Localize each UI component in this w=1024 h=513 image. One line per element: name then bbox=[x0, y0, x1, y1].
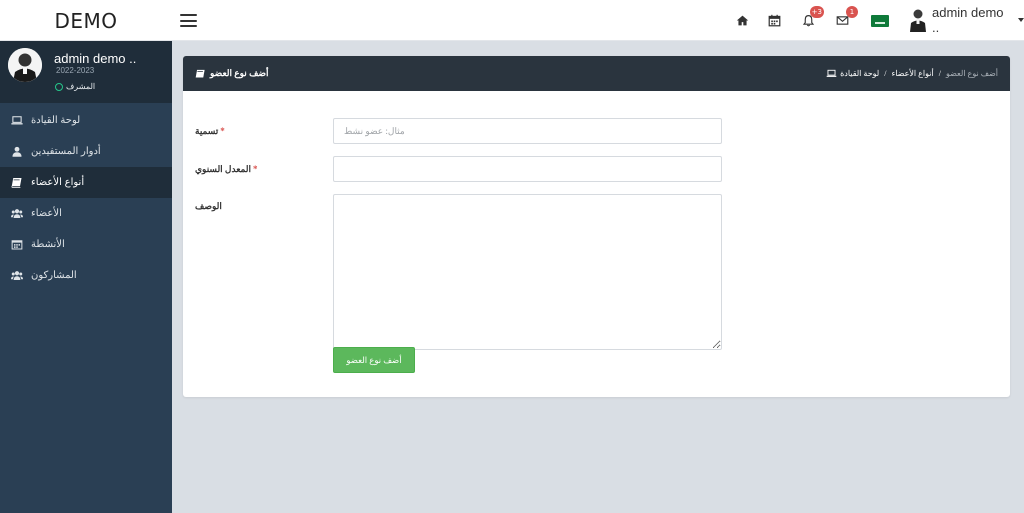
menu-toggle-icon[interactable] bbox=[180, 14, 197, 27]
add-member-type-button[interactable]: أضف نوع العضو bbox=[333, 347, 415, 373]
status-online-icon bbox=[55, 82, 63, 91]
main-content: أضف نوع العضو لوحة القيادة / أنواع الأعض… bbox=[172, 41, 1024, 513]
name-input[interactable] bbox=[333, 118, 722, 144]
description-textarea[interactable] bbox=[333, 194, 722, 350]
required-mark: * bbox=[220, 126, 225, 136]
messages-envelope-icon[interactable]: 1 bbox=[834, 6, 858, 28]
description-label: الوصف bbox=[195, 201, 222, 211]
annual-rate-label-text: المعدل السنوي bbox=[195, 164, 251, 174]
breadcrumb-separator: / bbox=[938, 69, 941, 78]
breadcrumb-current: أضف نوع العضو bbox=[945, 69, 998, 78]
top-navbar: DEMO +3 1 admin demo .. bbox=[0, 0, 1024, 41]
profile-avatar bbox=[8, 48, 42, 82]
breadcrumb-home-label: لوحة القيادة bbox=[840, 69, 880, 78]
name-label: تسمية * bbox=[195, 126, 225, 137]
form-panel: أضف نوع العضو لوحة القيادة / أنواع الأعض… bbox=[183, 56, 1010, 397]
users-icon bbox=[10, 270, 23, 282]
calendar-icon bbox=[10, 239, 23, 251]
sidebar: admin demo .. 2022-2023 المشرف لوحة القي… bbox=[0, 41, 172, 513]
user-avatar bbox=[909, 8, 927, 32]
annual-rate-input[interactable] bbox=[333, 156, 722, 182]
name-label-text: تسمية bbox=[195, 126, 219, 136]
annual-rate-label: المعدل السنوي * bbox=[195, 164, 257, 175]
sidebar-item-dashboard[interactable]: لوحة القيادة bbox=[0, 105, 172, 136]
sidebar-item-label: الأعضاء bbox=[31, 208, 62, 219]
messages-badge: 1 bbox=[846, 6, 858, 18]
laptop-icon bbox=[10, 115, 23, 127]
user-name: admin demo .. bbox=[932, 5, 1004, 35]
panel-header: أضف نوع العضو لوحة القيادة / أنواع الأعض… bbox=[183, 56, 1010, 91]
user-icon bbox=[10, 146, 23, 158]
users-icon bbox=[10, 208, 23, 220]
sidebar-item-members[interactable]: الأعضاء bbox=[0, 198, 172, 229]
notifications-bell-icon[interactable]: +3 bbox=[800, 6, 824, 28]
sidebar-item-beneficiary-roles[interactable]: أدوار المستفيدين bbox=[0, 136, 172, 167]
sidebar-nav: لوحة القيادة أدوار المستفيدين أنواع الأع… bbox=[0, 105, 172, 291]
book-icon bbox=[10, 177, 23, 189]
sidebar-item-label: الأنشطة bbox=[31, 239, 65, 250]
calendar-icon[interactable] bbox=[766, 12, 782, 28]
sidebar-item-label: المشاركون bbox=[31, 270, 77, 281]
breadcrumb-home[interactable]: لوحة القيادة bbox=[826, 69, 879, 78]
user-menu-toggle[interactable]: admin demo .. bbox=[909, 5, 1024, 35]
language-flag-icon[interactable] bbox=[871, 15, 889, 27]
notifications-badge: +3 bbox=[809, 6, 824, 18]
sidebar-item-label: أنواع الأعضاء bbox=[31, 177, 85, 188]
caret-down-icon bbox=[1018, 18, 1024, 22]
panel-title-text: أضف نوع العضو bbox=[210, 68, 269, 78]
sidebar-item-participants[interactable]: المشاركون bbox=[0, 260, 172, 291]
panel-title: أضف نوع العضو bbox=[195, 56, 269, 91]
sidebar-item-member-types[interactable]: أنواع الأعضاء bbox=[0, 167, 172, 198]
home-icon[interactable] bbox=[734, 12, 750, 28]
book-icon bbox=[195, 69, 206, 79]
profile-role-label: المشرف bbox=[66, 82, 96, 91]
laptop-icon bbox=[826, 69, 837, 78]
profile-role: المشرف bbox=[55, 82, 95, 91]
breadcrumb-section[interactable]: أنواع الأعضاء bbox=[891, 69, 933, 78]
breadcrumb-separator: / bbox=[884, 69, 887, 78]
sidebar-item-label: أدوار المستفيدين bbox=[31, 146, 101, 157]
sidebar-item-activities[interactable]: الأنشطة bbox=[0, 229, 172, 260]
sidebar-profile: admin demo .. 2022-2023 المشرف bbox=[0, 41, 172, 103]
profile-name: admin demo .. bbox=[54, 51, 137, 66]
brand-logo[interactable]: DEMO bbox=[0, 0, 172, 41]
breadcrumb: لوحة القيادة / أنواع الأعضاء / أضف نوع ا… bbox=[826, 56, 998, 91]
sidebar-item-label: لوحة القيادة bbox=[31, 115, 81, 126]
required-mark: * bbox=[252, 164, 258, 174]
profile-year: 2022-2023 bbox=[56, 66, 95, 75]
